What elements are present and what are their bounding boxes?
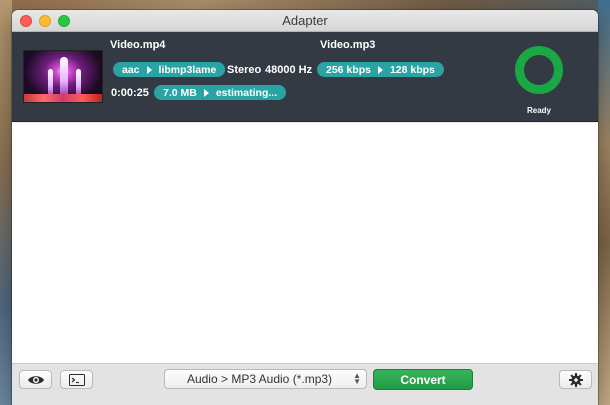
maximize-window-button[interactable]: [58, 15, 70, 27]
codec-from: aac: [122, 63, 140, 76]
audio-channels: Stereo: [227, 64, 262, 76]
window-controls: [20, 15, 70, 27]
output-file-name[interactable]: Video.mp3: [320, 39, 375, 51]
codec-to: libmp3lame: [158, 63, 217, 76]
up-down-chevron-icon: ▲ ▼: [353, 371, 361, 386]
arrow-right-icon: [203, 88, 209, 97]
bottom-toolbar: Audio > MP3 Audio (*.mp3) ▲ ▼ Convert: [12, 363, 598, 405]
convert-button[interactable]: Convert: [373, 369, 473, 390]
job-status: Ready: [526, 106, 551, 115]
arrow-right-icon: [377, 65, 383, 74]
video-thumbnail: [23, 50, 103, 103]
eye-icon: [27, 375, 44, 384]
size-to: estimating...: [215, 86, 278, 99]
output-format-select[interactable]: Audio > MP3 Audio (*.mp3) ▲ ▼: [164, 369, 367, 389]
title-bar[interactable]: Adapter: [12, 10, 598, 32]
media-duration: 0:00:25: [111, 87, 149, 99]
bitrate-from: 256 kbps: [326, 63, 371, 76]
log-button[interactable]: [60, 370, 93, 389]
settings-button[interactable]: [559, 370, 592, 389]
minimize-window-button[interactable]: [39, 15, 51, 27]
convert-label: Convert: [400, 372, 446, 387]
terminal-icon: [68, 373, 85, 386]
progress-ring: [515, 46, 563, 94]
input-file-name: Video.mp4: [110, 39, 166, 51]
close-window-button[interactable]: [20, 15, 32, 27]
gear-icon: [568, 372, 583, 387]
arrow-right-icon: [146, 65, 152, 74]
file-size-pill[interactable]: 7.0 MB estimating...: [154, 85, 287, 100]
adapter-window: Adapter Video.mp4 Video.mp3 aac libmp3la…: [12, 10, 598, 405]
bitrate-pill[interactable]: 256 kbps 128 kbps: [317, 62, 444, 77]
size-from: 7.0 MB: [163, 86, 197, 99]
file-list-area[interactable]: [12, 123, 598, 363]
codec-pill[interactable]: aac libmp3lame: [113, 62, 226, 77]
desktop-background-left: [0, 0, 12, 405]
output-format-value: Audio > MP3 Audio (*.mp3): [186, 372, 333, 386]
desktop-background-right: [598, 0, 610, 405]
window-title: Adapter: [282, 13, 328, 28]
conversion-job-row[interactable]: Video.mp4 Video.mp3 aac libmp3lame Stere…: [12, 32, 598, 122]
bitrate-to: 128 kbps: [389, 63, 435, 76]
sample-rate: 48000 Hz: [265, 64, 313, 76]
preview-button[interactable]: [19, 370, 52, 389]
